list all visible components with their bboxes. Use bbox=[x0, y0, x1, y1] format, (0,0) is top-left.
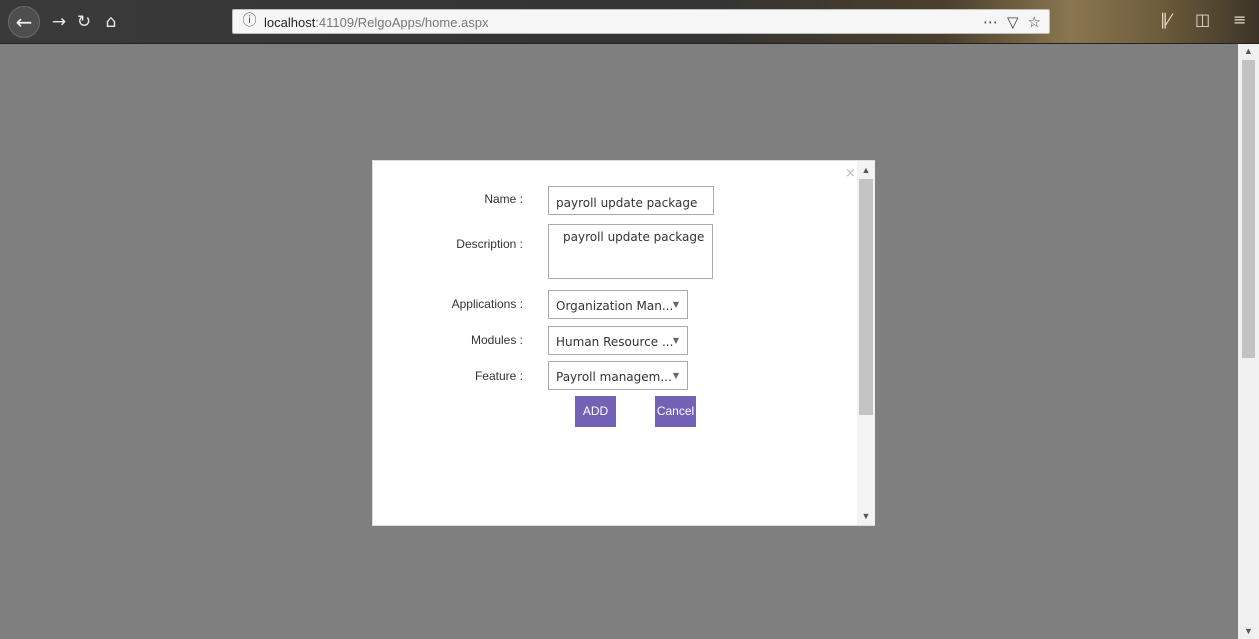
menu-icon[interactable]: ≡ bbox=[1233, 10, 1246, 29]
pocket-icon[interactable]: ▽ bbox=[1007, 12, 1019, 32]
url-text[interactable]: localhost:41109/RelgoApps/home.aspx bbox=[264, 15, 489, 30]
modal-scroll-down-icon[interactable]: ▼ bbox=[857, 509, 875, 523]
modules-value: Human Resource ... bbox=[556, 335, 674, 349]
library-icon[interactable]: ∥⁄ bbox=[1160, 10, 1171, 29]
description-label: Description : bbox=[456, 237, 523, 251]
url-path: :41109/RelgoApps/home.aspx bbox=[315, 15, 489, 30]
url-host: localhost bbox=[264, 15, 316, 30]
description-textarea[interactable]: payroll update package bbox=[548, 224, 713, 279]
more-icon[interactable]: ⋯ bbox=[983, 12, 998, 32]
chevron-down-icon: ▼ bbox=[672, 300, 679, 309]
feature-value: Payroll managem... bbox=[556, 370, 672, 384]
name-input[interactable]: payroll update package bbox=[548, 186, 714, 215]
chevron-down-icon: ▼ bbox=[672, 336, 679, 345]
add-button[interactable]: ADD bbox=[575, 396, 616, 427]
bookmark-icon[interactable]: ☆ bbox=[1028, 12, 1041, 32]
page-scroll-thumb[interactable] bbox=[1242, 60, 1255, 358]
browser-toolbar: ← → ↻ ⌂ ⓘ localhost:41109/RelgoApps/home… bbox=[0, 0, 1259, 44]
modal-scrollbar[interactable]: ▲ ▼ bbox=[857, 161, 875, 525]
modules-label: Modules : bbox=[470, 333, 523, 347]
applications-value: Organization Man... bbox=[556, 299, 674, 313]
sidebar-icon[interactable]: ◫ bbox=[1195, 10, 1210, 29]
page-scrollbar[interactable]: ▲ ▼ bbox=[1238, 44, 1259, 639]
applications-select[interactable]: Organization Man... ▼ bbox=[548, 290, 688, 319]
home-icon[interactable]: ⌂ bbox=[98, 9, 124, 35]
close-icon[interactable]: × bbox=[845, 166, 856, 181]
scroll-up-icon[interactable]: ▲ bbox=[1238, 44, 1259, 58]
add-package-modal: × ▲ ▼ Name : payroll update package Desc… bbox=[372, 160, 875, 526]
info-icon[interactable]: ⓘ bbox=[241, 13, 258, 30]
feature-label: Feature : bbox=[474, 369, 523, 383]
forward-icon[interactable]: → bbox=[46, 9, 72, 35]
back-icon[interactable]: ← bbox=[8, 6, 40, 38]
cancel-button[interactable]: Cancel bbox=[655, 396, 696, 427]
scroll-down-icon[interactable]: ▼ bbox=[1238, 624, 1259, 638]
modal-scroll-thumb[interactable] bbox=[859, 179, 873, 415]
applications-label: Applications : bbox=[451, 297, 523, 311]
name-label: Name : bbox=[484, 192, 523, 206]
feature-select[interactable]: Payroll managem... ▼ bbox=[548, 361, 688, 390]
address-bar[interactable]: ⓘ localhost:41109/RelgoApps/home.aspx ⋯ … bbox=[232, 9, 1050, 34]
modules-select[interactable]: Human Resource ... ▼ bbox=[548, 326, 688, 355]
chevron-down-icon: ▼ bbox=[672, 371, 679, 380]
reload-icon[interactable]: ↻ bbox=[71, 9, 97, 35]
modal-scroll-up-icon[interactable]: ▲ bbox=[857, 163, 875, 177]
